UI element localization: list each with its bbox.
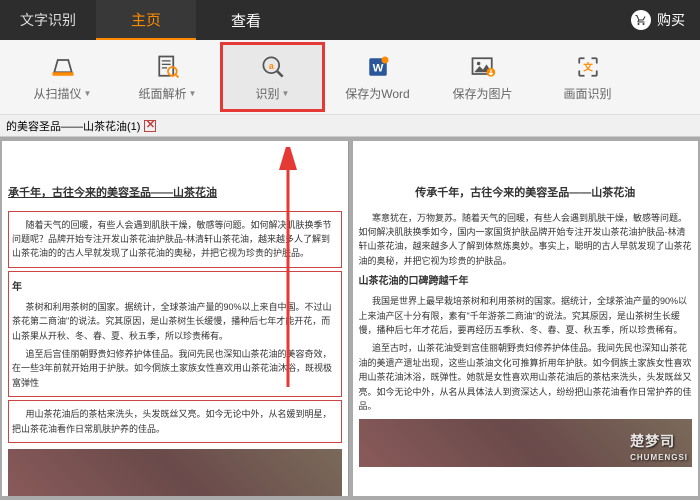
section-heading: 年 (12, 280, 338, 296)
section-heading: 山茶花油的口碑跨越千年 (359, 274, 693, 290)
dropdown-icon: ▼ (282, 89, 290, 98)
dropdown-icon: ▼ (189, 89, 197, 98)
close-icon[interactable]: ✕ (144, 120, 156, 132)
svg-text:W: W (372, 62, 383, 74)
scan-label: 从扫描仪 (34, 85, 82, 102)
right-title: 传承千年，古往今来的美容圣品——山茶花油 (359, 185, 693, 203)
image-icon (469, 53, 497, 81)
parse-button[interactable]: 纸面解析▼ (115, 42, 220, 112)
scanner-icon (49, 53, 77, 81)
image-region[interactable] (8, 449, 342, 496)
paragraph: 茶树和利用茶树的国家。据统计，全球茶油产量的90%以上来自中国。不过山茶花第二商… (12, 300, 338, 343)
save-image-button[interactable]: 保存为图片 (430, 42, 535, 112)
dropdown-icon: ▼ (84, 89, 92, 98)
right-pane: 传承千年，古往今来的美容圣品——山茶花油 寒意犹在，万物复苏。随着天气的回暖，有… (353, 141, 699, 496)
text-region[interactable]: 年 茶树和利用茶树的国家。据统计，全球茶油产量的90%以上来自中国。不过山茶花第… (8, 271, 342, 397)
paragraph: 追至古时，山茶花油受到宫佳丽朝野贵妇修养护体佳品。我间先民也深知山茶花油的美遗产… (359, 341, 693, 413)
paragraph: 追至后宫佳丽朝野贵妇修养护体佳品。我间先民也深知山茶花油的美容奇效，在一些3年前… (12, 347, 338, 390)
recognize-label: 识别 (256, 85, 280, 102)
buy-label: 购买 (657, 10, 685, 30)
paragraph: 用山茶花油后的茶枯来洗头，头发既丝又亮。如今无论中外，从名媛到明星，把山茶花油看… (12, 407, 338, 436)
document-search-icon (154, 53, 182, 81)
crop-icon: 文 (574, 53, 602, 81)
text-region[interactable]: 用山茶花油后的茶枯来洗头，头发既丝又亮。如今无论中外，从名媛到明星，把山茶花油看… (8, 400, 342, 443)
save-word-label: 保存为Word (345, 85, 409, 102)
paragraph: 寒意犹在，万物复苏。随着天气的回暖，有些人会遇到肌肤干燥，敏感等问题。如何解决肌… (359, 211, 693, 269)
text-region[interactable]: 随着天气的回暖，有些人会遇到肌肤干燥，敏感等问题。如何解决肌肤换季节问题呢？品牌… (8, 211, 342, 268)
svg-text:文: 文 (582, 61, 593, 73)
scan-button[interactable]: 从扫描仪▼ (10, 42, 115, 112)
toolbar: 从扫描仪▼ 纸面解析▼ a 识别▼ W 保存为Word 保存为图片 文 画面识别 (0, 40, 700, 115)
watermark: 楚梦司 CHUMENGSI (630, 430, 688, 465)
screen-ocr-label: 画面识别 (563, 85, 611, 102)
titlebar: 文字识别 主页 查看 购买 (0, 0, 700, 40)
paragraph: 随着天气的回暖，有些人会遇到肌肤干燥，敏感等问题。如何解决肌肤换季节问题呢？品牌… (12, 218, 338, 261)
save-word-button[interactable]: W 保存为Word (325, 42, 430, 112)
word-icon: W (364, 53, 392, 81)
screen-ocr-button[interactable]: 文 画面识别 (535, 42, 640, 112)
document-tab-title: 的美容圣品——山茶花油(1) (6, 118, 140, 134)
workspace: 承千年，古往今来的美容圣品——山茶花油 随着天气的回暖，有些人会遇到肌肤干燥，敏… (0, 137, 700, 500)
app-name: 文字识别 (0, 10, 96, 30)
parse-label: 纸面解析 (139, 85, 187, 102)
cart-icon (631, 10, 651, 30)
image-region: 楚梦司 CHUMENGSI (359, 419, 693, 467)
paragraph: 我国是世界上最早栽培茶树和利用茶树的国家。据统计，全球茶油产量的90%以上来油产… (359, 294, 693, 337)
tab-home[interactable]: 主页 (96, 0, 196, 40)
left-pane: 承千年，古往今来的美容圣品——山茶花油 随着天气的回暖，有些人会遇到肌肤干燥，敏… (2, 141, 349, 496)
recognize-icon: a (259, 53, 287, 81)
recognize-button[interactable]: a 识别▼ (220, 42, 325, 112)
document-tab[interactable]: 的美容圣品——山茶花油(1) ✕ (0, 118, 162, 134)
document-tab-bar: 的美容圣品——山茶花油(1) ✕ (0, 115, 700, 137)
svg-text:a: a (268, 60, 273, 70)
buy-button[interactable]: 购买 (616, 10, 700, 30)
save-image-label: 保存为图片 (452, 85, 512, 102)
left-title: 承千年，古往今来的美容圣品——山茶花油 (8, 185, 342, 203)
tab-view[interactable]: 查看 (196, 0, 296, 40)
